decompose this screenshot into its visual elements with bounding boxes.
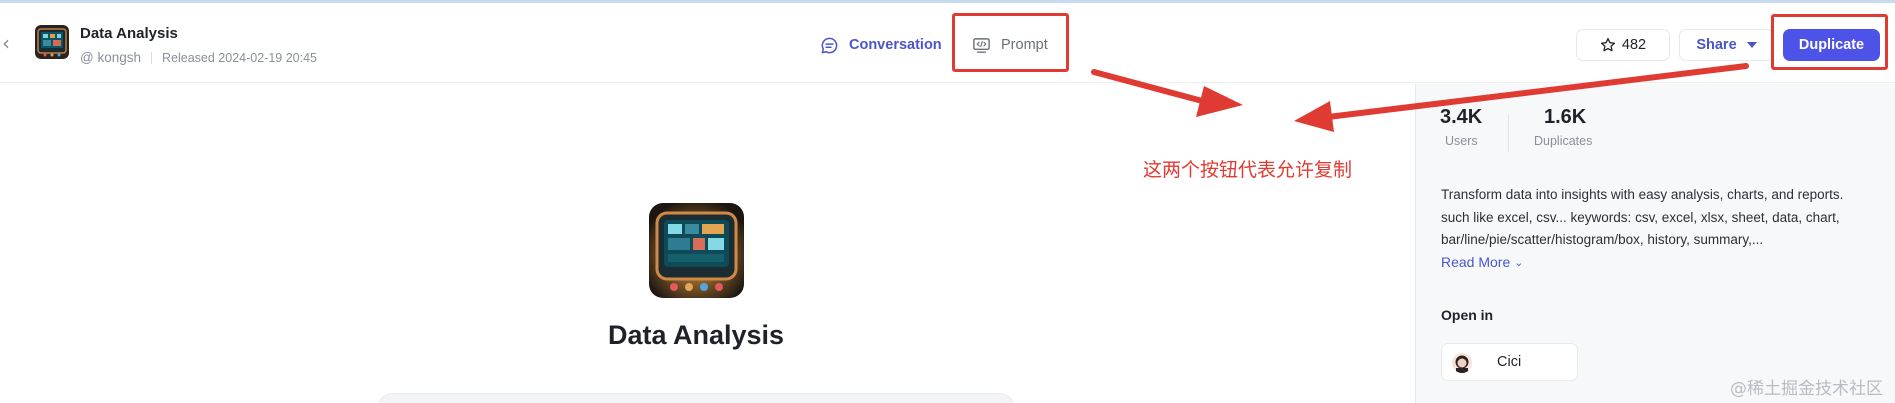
cici-avatar-icon	[1452, 353, 1472, 373]
main-panel: Data Analysis	[0, 84, 1415, 403]
chat-bubble-icon	[821, 37, 838, 53]
highlight-box-duplicate	[1771, 14, 1888, 70]
sidebar-panel: 3.4K Users 1.6K Duplicates Transform dat…	[1415, 84, 1895, 403]
stat-duplicates-value: 1.6K	[1544, 106, 1587, 128]
stat-duplicates: 1.6K Duplicates	[1534, 106, 1592, 148]
star-icon	[1600, 37, 1615, 52]
cici-label: Cici	[1497, 354, 1522, 370]
caret-down-icon	[1746, 42, 1757, 48]
bot-description: Transform data into insights with easy a…	[1441, 187, 1844, 247]
share-label: Share	[1696, 37, 1737, 53]
hero-title: Data Analysis	[607, 320, 785, 350]
open-in-cici-button[interactable]: Cici	[1441, 343, 1578, 381]
annotation-text: 这两个按钮代表允许复制	[1143, 159, 1353, 181]
open-in-heading: Open in	[1441, 307, 1494, 323]
watermark-text: @稀土掘金技术社区	[1730, 379, 1883, 399]
tab-conversation[interactable]: Conversation	[820, 31, 942, 59]
star-button[interactable]: 482	[1576, 29, 1670, 61]
highlight-box-prompt	[952, 13, 1069, 72]
app-title: Data Analysis	[80, 25, 178, 42]
back-chevron-icon[interactable]: ‹	[2, 33, 16, 53]
stat-users-label: Users	[1445, 134, 1478, 148]
read-more-link[interactable]: Read More ⌄	[1441, 254, 1523, 270]
header-bar: ‹ Data Analysis @ kongsh Released 2024-0…	[0, 3, 1895, 83]
stat-duplicates-label: Duplicates	[1534, 134, 1593, 148]
stat-users-value: 3.4K	[1440, 106, 1483, 128]
tab-conversation-label: Conversation	[849, 37, 942, 53]
hero-app-avatar	[649, 203, 744, 298]
app-author[interactable]: @ kongsh	[80, 50, 141, 65]
stat-users: 3.4K Users	[1440, 106, 1482, 148]
star-count: 482	[1621, 37, 1647, 53]
app-avatar	[35, 25, 69, 59]
chat-card-top-edge	[378, 393, 1014, 403]
stats-divider	[1508, 114, 1509, 152]
read-more-label: Read More	[1441, 254, 1511, 270]
chevron-down-icon: ⌄	[1514, 255, 1524, 269]
share-button[interactable]: Share	[1679, 29, 1774, 61]
author-divider	[151, 52, 152, 64]
release-date: Released 2024-02-19 20:45	[162, 51, 317, 65]
